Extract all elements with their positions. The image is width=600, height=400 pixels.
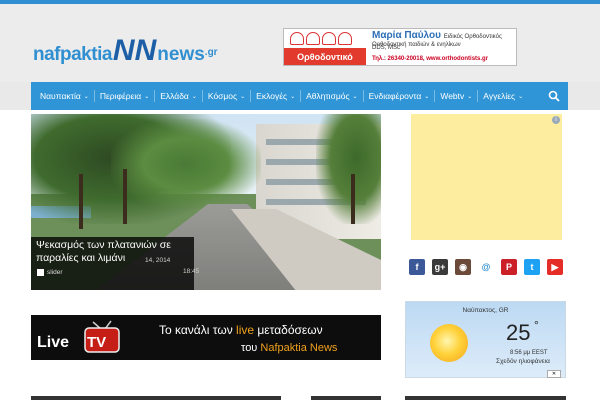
sidebar-ad-placeholder[interactable]: i (411, 114, 562, 240)
header-banner-ad[interactable]: Ορθοδοντικό Ιατρείο Μαρία Παύλου Ειδικός… (283, 28, 517, 66)
slider-title[interactable]: Ψεκασμός των πλατανιών σε παραλίες και λ… (36, 239, 196, 265)
ad-description: Ορθοδοντική παιδιών & ενηλίκων (372, 42, 461, 48)
nav-item-label: Ελλάδα (160, 91, 189, 101)
ad-hearts-graphic (290, 32, 352, 45)
search-icon[interactable] (548, 90, 560, 102)
logo-text-part2: news (157, 44, 205, 65)
weather-city: Ναύπακτος, GR (462, 307, 509, 314)
nav-item-label: Αθλητισμός (306, 91, 350, 101)
nav-item-0[interactable]: Ναυπακτία ⌄ (35, 90, 95, 102)
category-square-icon (37, 269, 44, 276)
slider-time: 18:45 (183, 268, 200, 275)
youtube-icon[interactable]: ▶ (547, 259, 563, 275)
image-tree-trunk (123, 169, 127, 224)
chevron-down-icon: ⌄ (518, 93, 524, 100)
svg-text:Live: Live (37, 334, 69, 351)
nav-item-4[interactable]: Εκλογές ⌄ (251, 90, 302, 102)
chevron-down-icon: ⌄ (144, 93, 150, 100)
chevron-down-icon: ⌄ (83, 93, 89, 100)
main-navigation: Ναυπακτία ⌄ Περιφέρεια ⌄ Ελλάδα ⌄ Κόσμος ⌄ Εκλογ… (31, 82, 568, 110)
logo-mark: NN (112, 34, 157, 67)
slider-category[interactable]: slider (47, 269, 63, 276)
live-tv-line1: Το κανάλι των live μεταδόσεων (159, 323, 323, 337)
ad-info-icon[interactable]: i (552, 116, 560, 124)
nav-item-7[interactable]: Webtv ⌄ (435, 90, 479, 102)
nav-item-label: Εκλογές (256, 91, 288, 101)
site-logo[interactable]: nafpaktia NN news .gr (33, 26, 218, 66)
nav-item-2[interactable]: Ελλάδα ⌄ (155, 90, 203, 102)
nav-item-label: Ενδιαφέροντα (368, 91, 422, 101)
email-icon[interactable]: @ (478, 259, 494, 275)
chevron-down-icon: ⌄ (240, 93, 246, 100)
logo-tld: .gr (204, 47, 218, 58)
svg-text:TV: TV (87, 334, 106, 351)
chevron-down-icon: ⌄ (191, 93, 197, 100)
weather-temperature: 25 (506, 320, 531, 345)
image-trees-mid (111, 119, 261, 209)
instagram-icon[interactable]: ◉ (455, 259, 471, 275)
nav-item-label: Αγγελίες (483, 91, 516, 101)
section-header-strip (311, 396, 381, 400)
heart-icon (322, 32, 336, 45)
chevron-down-icon: ⌄ (352, 93, 358, 100)
sun-icon (430, 324, 468, 362)
section-header-strip (31, 396, 281, 400)
ad-phone: Τηλ.: 26340-20018, www.orthodontists.gr (372, 56, 489, 62)
social-icons: f g+ ◉ @ Pt ▶ (409, 259, 563, 275)
pinterest-icon[interactable]: P (501, 259, 517, 275)
chevron-down-icon: ⌄ (424, 93, 430, 100)
chevron-down-icon: ⌄ (467, 93, 473, 100)
image-tree-trunk (79, 174, 83, 229)
twitter-icon[interactable]: t (524, 259, 540, 275)
live-tv-line2: του Nafpaktia News (241, 342, 338, 354)
live-tv-logo-icon: TV Live (37, 320, 120, 353)
nav-item-5[interactable]: Αθλητισμός ⌄ (301, 90, 364, 102)
image-trees-right (316, 114, 381, 224)
nav-item-8[interactable]: Αγγελίες ⌄ (478, 90, 528, 102)
weather-close-icon[interactable]: ✕ (547, 370, 561, 378)
nav-item-label: Webtv (440, 91, 465, 101)
image-tree-trunk (351, 174, 355, 224)
nav-item-label: Ναυπακτία (40, 91, 81, 101)
nav-item-label: Περιφέρεια (99, 91, 142, 101)
googleplus-icon[interactable]: g+ (432, 259, 448, 275)
site-header: nafpaktia NN news .gr Ορθοδοντικό Ιατρεί… (0, 4, 600, 82)
chevron-down-icon: ⌄ (290, 93, 296, 100)
heart-icon (290, 32, 304, 45)
weather-widget[interactable]: Ναύπακτος, GR 25 ° 8:56 μμ EEST Σχεδόν η… (405, 301, 566, 378)
nav-item-6[interactable]: Ενδιαφέροντα ⌄ (364, 90, 436, 102)
nav-item-1[interactable]: Περιφέρεια ⌄ (95, 90, 156, 102)
slider-date: 14, 2014 (145, 257, 171, 264)
section-header-strip (405, 396, 566, 400)
ad-red-label: Ορθοδοντικό Ιατρείο (284, 48, 366, 65)
heart-icon (306, 32, 320, 45)
weather-degree: ° (534, 318, 539, 332)
nav-item-label: Κόσμος (207, 91, 238, 101)
weather-time: 8:56 μμ EEST (510, 350, 548, 356)
logo-text-part1: nafpaktia (33, 44, 112, 65)
facebook-icon[interactable]: f (409, 259, 425, 275)
live-tv-banner[interactable]: TV Live Το κανάλι των live μεταδόσεων το… (31, 315, 381, 360)
heart-icon (338, 32, 352, 45)
nav-item-3[interactable]: Κόσμος ⌄ (203, 90, 252, 102)
weather-condition: Σχεδόν ηλιοφάνεια (496, 358, 550, 365)
